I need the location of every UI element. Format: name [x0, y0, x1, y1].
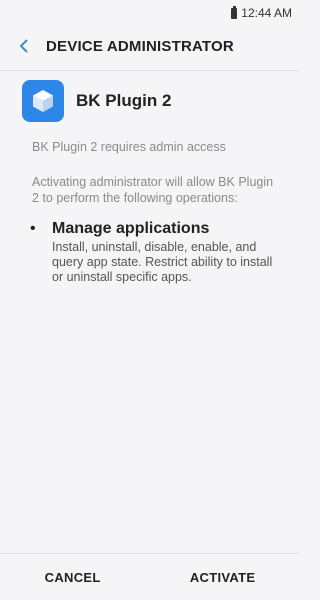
permission-description: Install, uninstall, disable, enable, and…	[52, 240, 273, 284]
status-bar: 12:44 AM	[0, 0, 300, 26]
permission-item: • Manage applications Install, uninstall…	[30, 220, 285, 285]
chevron-left-icon	[19, 39, 28, 53]
cancel-button[interactable]: CANCEL	[27, 562, 119, 593]
bottom-action-bar: CANCEL ACTIVATE	[0, 554, 300, 600]
header-divider	[0, 70, 300, 71]
status-time: 12:44 AM	[241, 6, 292, 20]
permission-title: Manage applications	[52, 220, 210, 237]
bullet-icon: •	[30, 220, 36, 237]
page-title: DEVICE ADMINISTRATOR	[46, 37, 234, 55]
app-icon	[22, 80, 64, 122]
activate-button[interactable]: ACTIVATE	[172, 562, 273, 593]
battery-icon	[231, 5, 238, 19]
app-info: BK Plugin 2	[22, 80, 171, 122]
back-button[interactable]	[10, 32, 38, 60]
app-bar: DEVICE ADMINISTRATOR	[0, 26, 300, 66]
app-name: BK Plugin 2	[76, 91, 172, 110]
activating-description: Activating administrator will allow BK P…	[32, 175, 274, 205]
cube-icon	[33, 90, 53, 112]
admin-access-text: BK Plugin 2 requires admin access	[32, 140, 226, 154]
